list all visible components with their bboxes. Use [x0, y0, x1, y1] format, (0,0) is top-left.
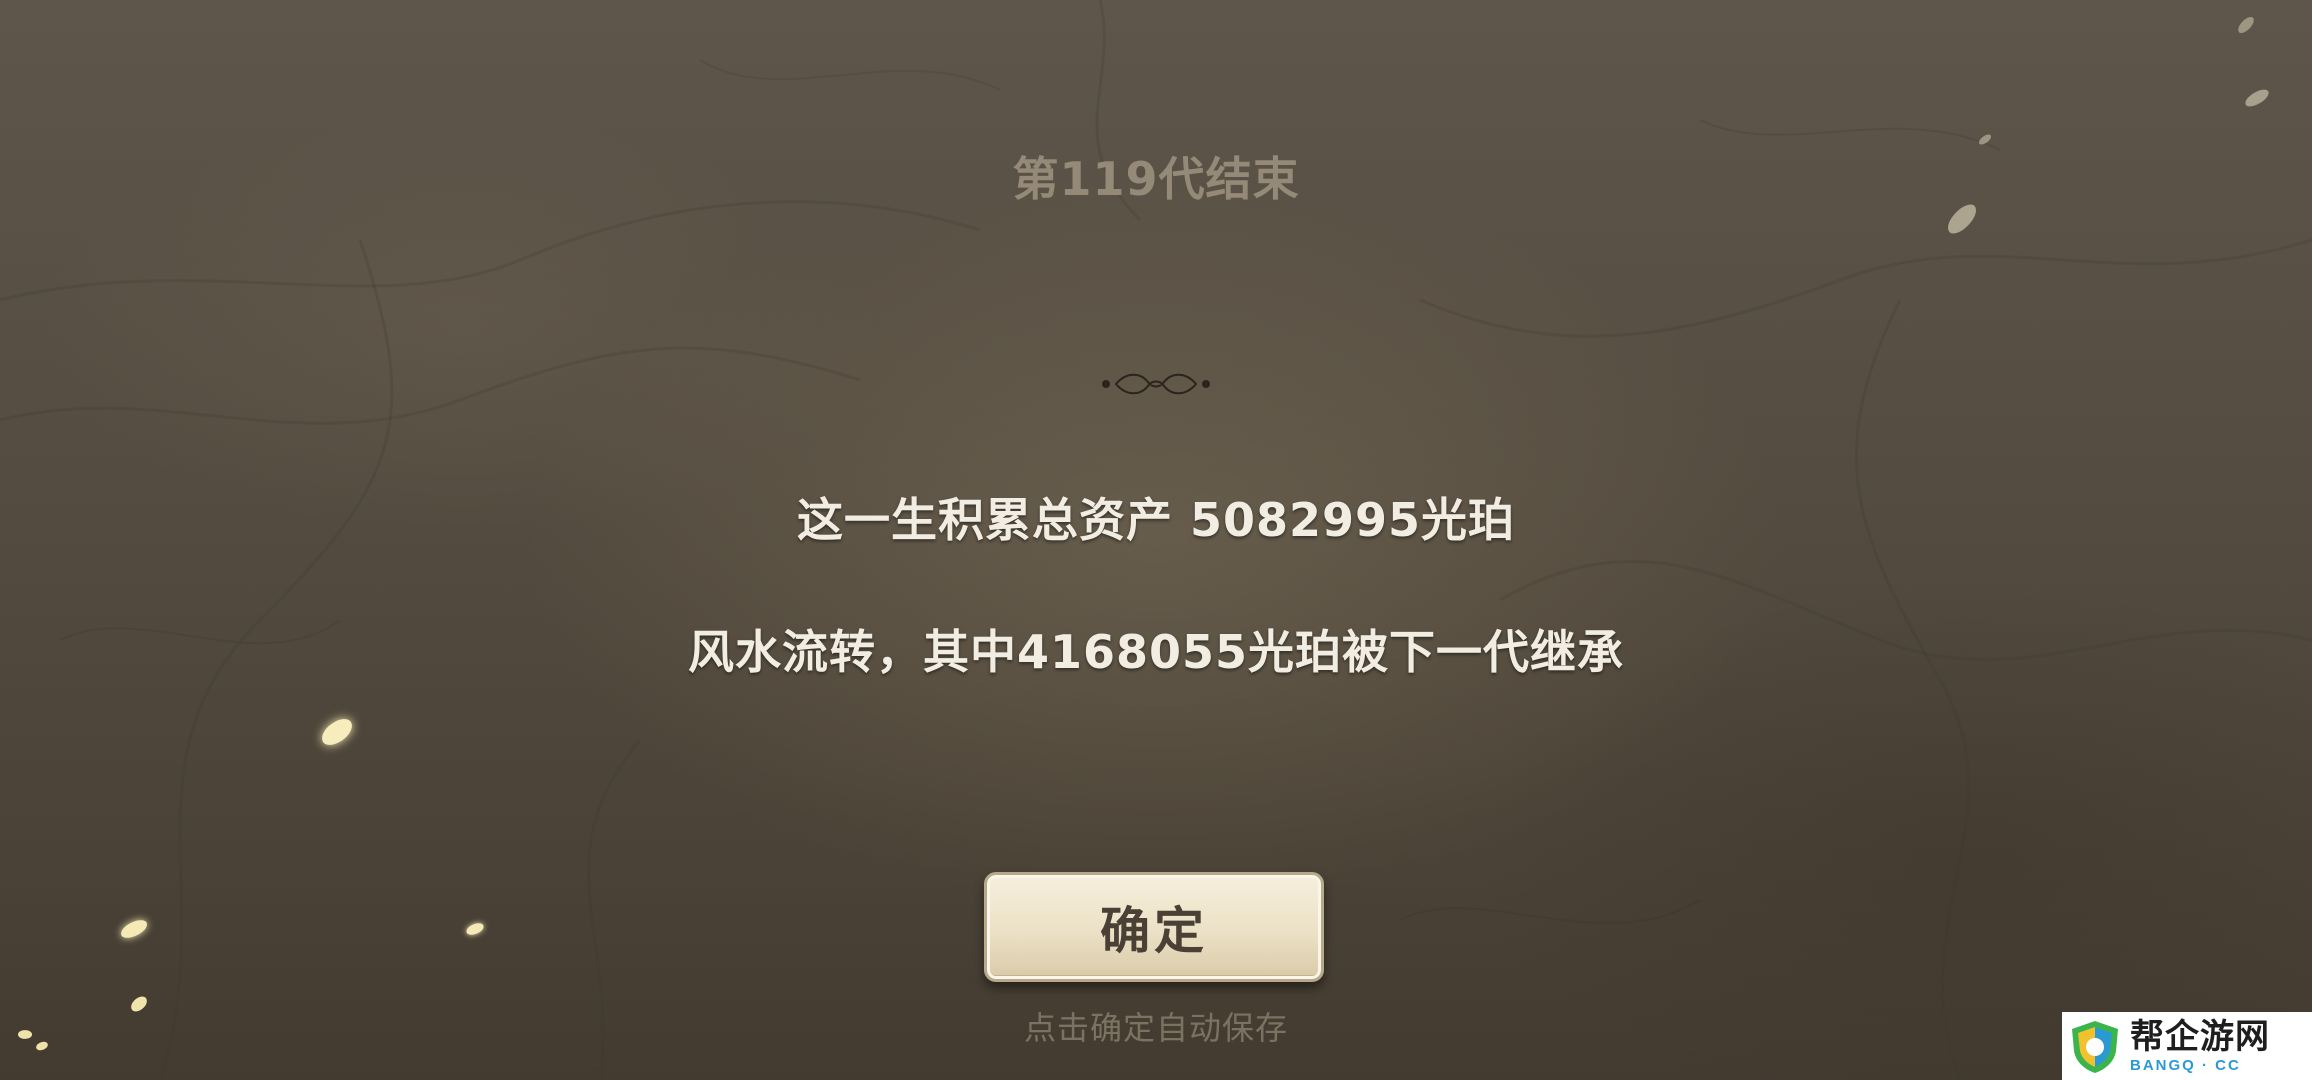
- petal-icon: [1942, 200, 1982, 238]
- watermark-name: 帮企游网: [2130, 1016, 2270, 1057]
- shield-logo-icon: [2072, 1021, 2118, 1073]
- confirm-button[interactable]: 确定: [984, 872, 1324, 982]
- petal-icon: [35, 1041, 49, 1051]
- petal-icon: [317, 715, 357, 749]
- petal-icon: [465, 921, 485, 937]
- petal-icon: [2235, 14, 2257, 36]
- watermark: 帮企游网 BANGQ · CC: [2062, 1012, 2312, 1080]
- petal-icon: [1977, 132, 1993, 147]
- confirm-button-label: 确定: [1100, 902, 1208, 960]
- ornament-divider-icon: [640, 373, 1672, 395]
- inheritance-text: 风水流转，其中4168055光珀被下一代继承: [687, 625, 1625, 679]
- generation-end-title: 第119代结束: [1012, 152, 1300, 206]
- petal-icon: [2242, 87, 2272, 109]
- watermark-domain: BANGQ · CC: [2130, 1056, 2241, 1074]
- total-assets-text: 这一生积累总资产 5082995光珀: [796, 493, 1516, 547]
- petal-icon: [118, 917, 150, 941]
- autosave-hint: 点击确定自动保存: [1023, 1009, 1288, 1047]
